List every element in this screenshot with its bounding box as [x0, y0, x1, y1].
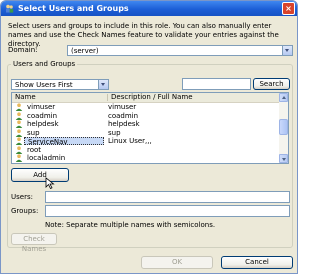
users-label: Users: — [11, 193, 33, 201]
users-icon — [6, 4, 14, 13]
list-item-description: helpdesk — [108, 120, 140, 128]
separator-note: Note: Separate multiple names with semic… — [45, 221, 216, 229]
search-input[interactable] — [182, 78, 251, 90]
chevron-down-icon[interactable] — [282, 46, 292, 55]
groups-field[interactable] — [45, 205, 290, 217]
list-item-name: coadmin — [27, 111, 58, 120]
scroll-down-icon[interactable] — [279, 154, 288, 163]
list-item-name: vimuser — [27, 103, 56, 111]
list-item[interactable]: root — [12, 146, 280, 154]
domain-value: (server) — [71, 47, 99, 55]
close-button[interactable]: × — [282, 2, 295, 15]
filter-select[interactable]: Show Users First — [11, 79, 109, 90]
list-item[interactable]: coadmin coadmin — [12, 112, 280, 120]
list-item-description: Linux User,,, — [108, 137, 152, 145]
list-item-name: ServiceNav — [24, 137, 104, 146]
check-names-button[interactable]: Check Names — [11, 233, 57, 253]
list-item-description — [108, 154, 278, 162]
list-item-name: sup — [27, 128, 40, 137]
groups-label: Groups: — [11, 207, 39, 215]
list-item[interactable]: localadmin — [12, 154, 280, 162]
domain-select[interactable]: (server) — [67, 45, 293, 56]
filter-value: Show Users First — [15, 81, 73, 89]
users-field[interactable] — [45, 191, 290, 203]
list-item-name: helpdesk — [27, 120, 59, 128]
list-item-name: localadmin — [27, 154, 66, 162]
list-item[interactable]: sup sup — [12, 129, 280, 137]
user-icon — [15, 103, 23, 111]
list-item-name: root — [27, 145, 42, 154]
scroll-up-icon[interactable] — [279, 93, 288, 102]
list-header: Name Description / Full Name — [12, 93, 280, 103]
ok-button[interactable]: OK — [141, 256, 213, 269]
search-button[interactable]: Search — [253, 78, 290, 90]
list-item-description: coadmin — [108, 111, 139, 120]
list-item-description: vimuser — [108, 103, 137, 111]
user-icon — [15, 145, 23, 154]
user-icon — [15, 120, 23, 128]
select-users-dialog: Select Users and Groups × Select users a… — [0, 0, 298, 274]
users-groups-title: Users and Groups — [11, 60, 78, 69]
cancel-button[interactable]: Cancel — [221, 256, 293, 269]
user-icon — [15, 111, 23, 120]
list-item[interactable]: ServiceNav Linux User,,, — [12, 137, 280, 146]
list-item[interactable]: helpdesk helpdesk — [12, 120, 280, 128]
users-list[interactable]: Name Description / Full Name vimuser vimu… — [11, 92, 289, 164]
scroll-thumb[interactable] — [279, 119, 288, 135]
user-icon — [15, 128, 23, 137]
chevron-down-icon[interactable] — [98, 80, 108, 89]
column-header-description[interactable]: Description / Full Name — [108, 93, 280, 102]
title-bar: Select Users and Groups × — [1, 1, 297, 16]
column-header-name[interactable]: Name — [12, 93, 107, 102]
add-button[interactable]: Add — [11, 168, 69, 182]
window-title: Select Users and Groups — [18, 4, 129, 13]
list-item-description: sup — [108, 128, 121, 137]
mouse-cursor-icon — [45, 177, 55, 189]
list-scrollbar[interactable] — [279, 93, 288, 163]
list-item-description — [108, 146, 278, 154]
user-icon — [15, 154, 23, 162]
user-icon — [15, 137, 23, 145]
domain-label: Domain: — [8, 46, 38, 54]
list-item[interactable]: vimuser vimuser — [12, 103, 280, 111]
